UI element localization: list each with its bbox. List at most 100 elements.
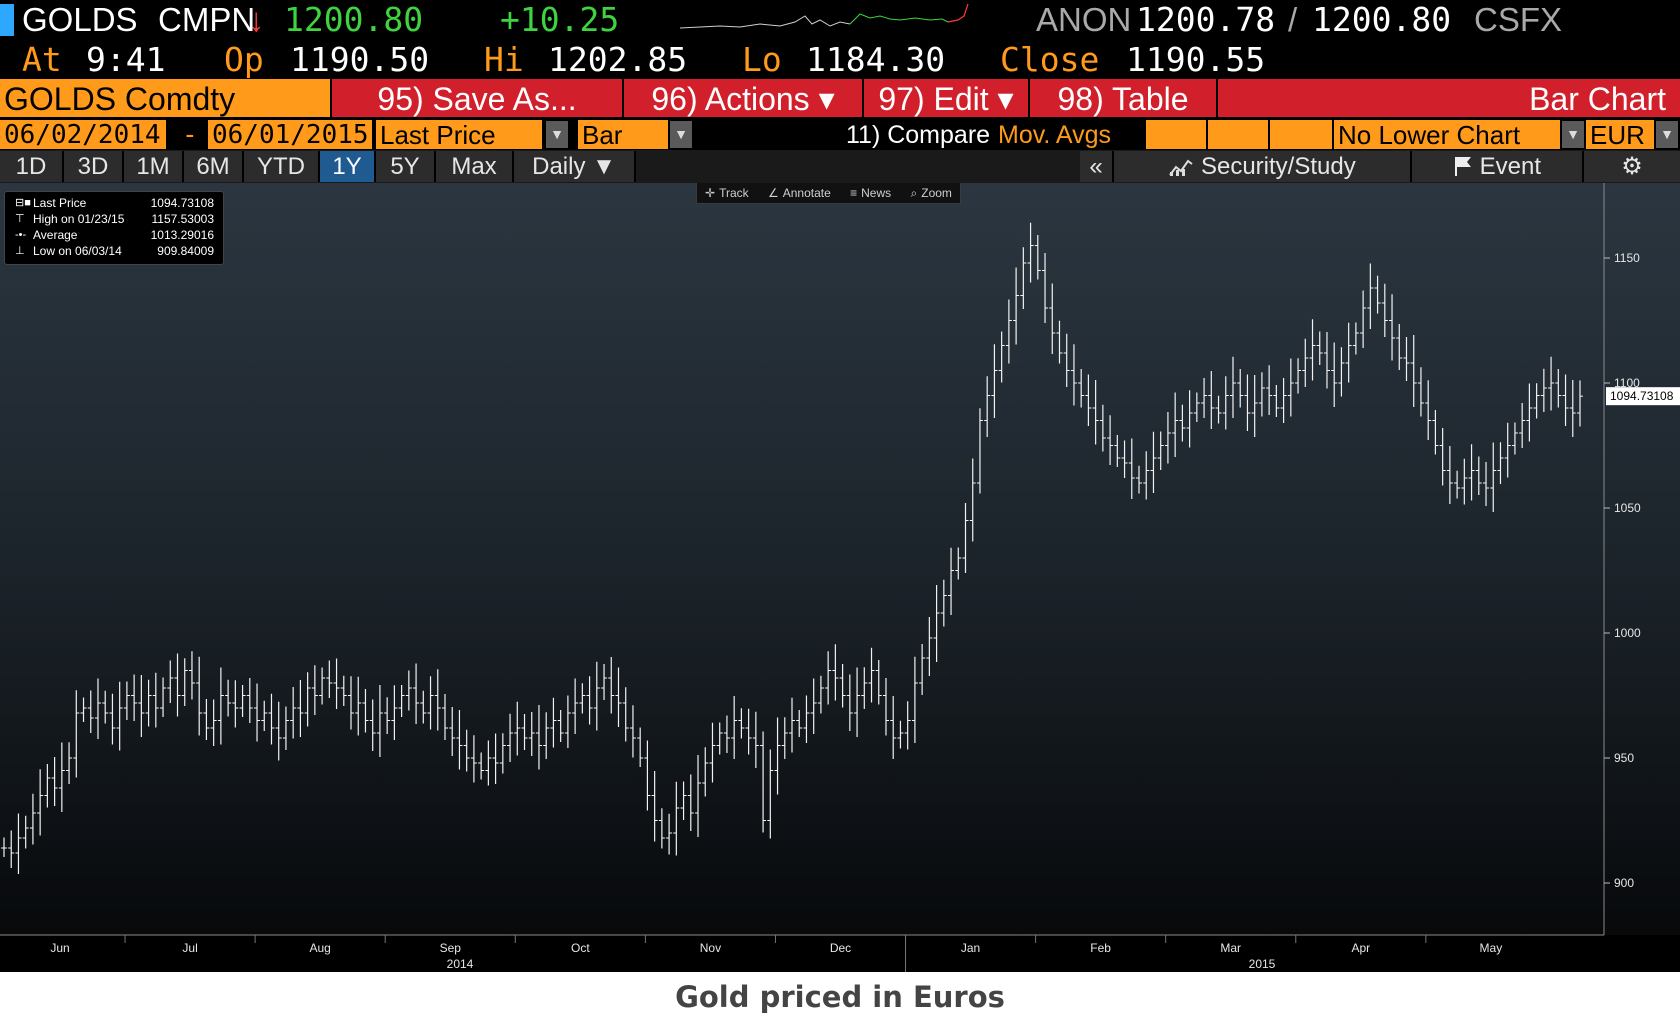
price-bar (745, 708, 752, 755)
price-bar (80, 697, 87, 722)
price-bar (138, 675, 145, 737)
table-button[interactable]: 98) Table (1030, 79, 1218, 117)
range-tab-1y[interactable]: 1Y (320, 151, 376, 182)
annotate-label: Annotate (782, 186, 831, 200)
chart-caption: Gold priced in Euros (675, 980, 1005, 1014)
price-bar (1005, 299, 1012, 364)
range-tab-5y[interactable]: 5Y (376, 151, 436, 182)
price-bar (1425, 380, 1432, 440)
price-bar (1562, 374, 1569, 426)
price-bar (333, 658, 340, 709)
lower-chart-select[interactable]: No Lower Chart (1334, 120, 1560, 149)
price-bar (297, 680, 304, 737)
price-bar (1454, 470, 1461, 499)
price-bar (1114, 435, 1121, 467)
price-bar (290, 687, 297, 739)
price-bar (1360, 290, 1367, 348)
price-chart-canvas[interactable]: 9009501000105011001150Jun Jul Aug Sep Oct Nov… (0, 183, 1680, 972)
price-bar (1020, 247, 1027, 309)
track-tool[interactable]: ✛ Track (697, 183, 757, 203)
range-tab-6m[interactable]: 6M (184, 151, 244, 182)
price-bar (1389, 294, 1396, 361)
zoom-tool[interactable]: ⌕ Zoom (903, 183, 960, 203)
price-bar (1201, 378, 1208, 418)
study-slot-2[interactable] (1208, 120, 1268, 149)
actions-menu[interactable]: 96) Actions ▾ (624, 79, 864, 117)
edit-menu[interactable]: 97) Edit ▾ (864, 79, 1030, 117)
price-bar (991, 344, 998, 418)
price-bar (232, 680, 239, 728)
price-bar (1157, 431, 1164, 470)
security-study-button[interactable]: Security/Study (1114, 151, 1412, 182)
price-bar (1193, 392, 1200, 422)
ask-price: 1200.80 (1312, 0, 1452, 39)
low-marker-icon: ⊥ (15, 245, 25, 257)
currency-dropdown-icon[interactable]: ▼ (1656, 121, 1678, 148)
price-bar (774, 717, 781, 795)
price-bar (51, 757, 58, 806)
legend-average: -•- Average 1013.29016 (13, 227, 218, 243)
range-tab-ytd[interactable]: YTD (244, 151, 320, 182)
currency-select[interactable]: EUR (1586, 120, 1654, 149)
price-bar (116, 681, 123, 751)
lower-chart-dropdown-icon[interactable]: ▼ (1562, 121, 1584, 148)
price-bar (203, 699, 210, 740)
mov-avgs-button[interactable]: Mov. Avgs (998, 120, 1111, 150)
high-value: 1202.85 (548, 40, 688, 79)
price-bar (622, 687, 629, 742)
price-bar (152, 672, 159, 728)
study-slot-3[interactable] (1270, 120, 1332, 149)
price-bar (326, 660, 333, 698)
ticker-symbol[interactable]: GOLDS (22, 0, 138, 40)
price-bar (644, 740, 651, 811)
x-month-label: Aug (309, 941, 330, 955)
settings-gear-icon[interactable]: ⚙ (1584, 151, 1680, 182)
end-date-field[interactable]: 06/01/2015 (208, 120, 372, 149)
price-bar (601, 664, 608, 700)
start-date-field[interactable]: 06/02/2014 (0, 120, 166, 149)
compare-button[interactable]: 11) Compare (846, 120, 990, 150)
price-bar (1085, 374, 1092, 426)
security-name[interactable]: GOLDS Comdty (0, 79, 332, 117)
price-bar (868, 647, 875, 703)
price-bar (940, 579, 947, 627)
price-bar (485, 740, 492, 786)
field-dropdown-icon[interactable]: ▼ (546, 121, 568, 148)
style-dropdown-icon[interactable]: ▼ (670, 121, 692, 148)
price-bar (102, 690, 109, 724)
event-button[interactable]: Event (1412, 151, 1584, 182)
price-bar (1273, 385, 1280, 417)
price-bar (1432, 410, 1439, 455)
y-tick-label: 1050 (1614, 501, 1641, 515)
price-bar (651, 771, 658, 842)
news-icon: ≡ (850, 186, 858, 200)
price-bar (752, 711, 759, 768)
range-tab-max[interactable]: Max (436, 151, 514, 182)
price-bar (1027, 222, 1034, 283)
style-select[interactable]: Bar (578, 120, 668, 149)
range-tab-1m[interactable]: 1M (124, 151, 184, 182)
price-bar (131, 674, 138, 721)
price-bar (535, 705, 542, 770)
legend-value: 1094.73108 (150, 196, 214, 210)
price-bar (246, 678, 253, 723)
annotate-tool[interactable]: ∠ Annotate (760, 183, 839, 203)
focus-marker (0, 4, 14, 36)
price-bar (1042, 253, 1049, 323)
price-chart[interactable]: 900 950 1000 1050 1100 1150 Jun Jul Aug Sep Oct Nov… (0, 183, 1680, 972)
range-tab-1d[interactable]: 1D (0, 151, 64, 182)
price-bar (1092, 380, 1099, 445)
study-slot-1[interactable] (1146, 120, 1206, 149)
x-month-label: May (1480, 941, 1503, 955)
price-bar (304, 672, 311, 727)
price-bar (1107, 415, 1114, 465)
field-select[interactable]: Last Price (376, 120, 542, 149)
price-bar (376, 685, 383, 757)
legend-value: 909.84009 (157, 244, 214, 258)
range-tab-3d[interactable]: 3D (64, 151, 124, 182)
price-bar (615, 667, 622, 727)
save-as-button[interactable]: 95) Save As... (332, 79, 624, 117)
news-tool[interactable]: ≡ News (842, 183, 899, 203)
frequency-select[interactable]: Daily ▼ (514, 151, 636, 182)
collapse-button[interactable]: « (1080, 151, 1114, 182)
